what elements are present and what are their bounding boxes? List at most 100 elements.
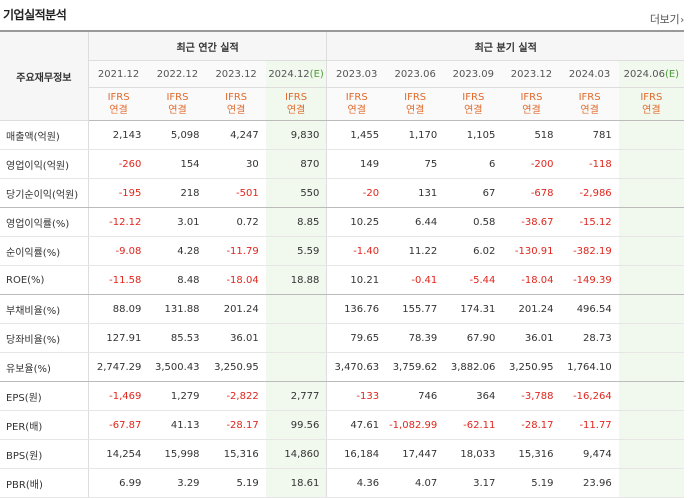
- value-cell: -38.67: [502, 207, 561, 237]
- report-type-cell: IFRS 연결: [88, 87, 149, 121]
- report-type-cell: IFRS 연결: [326, 87, 387, 121]
- value-cell: -118: [560, 149, 619, 179]
- value-cell: 2,777: [265, 381, 327, 411]
- value-cell: 14,860: [265, 439, 327, 469]
- value-cell: [265, 294, 327, 324]
- value-cell: -11.79: [206, 236, 266, 266]
- value-cell: 3,882.06: [444, 352, 503, 382]
- value-cell: 5.19: [206, 468, 266, 498]
- value-cell: 11.22: [386, 236, 445, 266]
- report-standard: IFRS: [345, 92, 368, 103]
- report-standard: IFRS: [225, 92, 248, 103]
- value-cell: 5,098: [148, 120, 207, 150]
- report-standard: IFRS: [520, 92, 543, 103]
- value-cell: -501: [206, 178, 266, 208]
- value-cell: [618, 352, 684, 382]
- value-cell: 9,474: [560, 439, 619, 469]
- value-cell: [618, 120, 684, 150]
- value-cell: 15,998: [148, 439, 207, 469]
- value-cell: [265, 323, 327, 353]
- table-row: PBR(배) 6.99 3.29 5.19 18.61 4.36 4.07 3.17 5.19 2…: [0, 468, 684, 498]
- row-label: PBR(배): [0, 468, 89, 498]
- value-cell: -67.87: [88, 410, 149, 440]
- row-label: 당좌비율(%): [0, 323, 89, 353]
- report-type-cell: IFRS 연결: [148, 87, 207, 121]
- value-cell: -16,264: [560, 381, 619, 411]
- value-cell: 15,316: [206, 439, 266, 469]
- value-cell: 3.01: [148, 207, 207, 237]
- report-scope: 연결: [642, 105, 661, 116]
- report-standard: IFRS: [107, 92, 130, 103]
- value-cell: 201.24: [502, 294, 561, 324]
- value-cell: 127.91: [88, 323, 149, 353]
- period-label: 2023.12: [510, 68, 553, 80]
- value-cell: [265, 352, 327, 382]
- period-label: 2023.09: [452, 68, 494, 80]
- report-standard: IFRS: [285, 92, 308, 103]
- value-cell: 3,470.63: [326, 352, 387, 382]
- financial-summary-table: 주요재무정보 최근 연간 실적 최근 분기 실적 2021.12 2022.12 2…: [0, 30, 684, 498]
- value-cell: 2,747.29: [88, 352, 149, 382]
- report-type-cell: IFRS 연결: [502, 87, 561, 121]
- value-cell: [618, 149, 684, 179]
- report-standard: IFRS: [640, 92, 663, 103]
- value-cell: 4.36: [326, 468, 387, 498]
- value-cell: 781: [560, 120, 619, 150]
- value-cell: -11.58: [88, 265, 149, 295]
- value-cell: 8.48: [148, 265, 207, 295]
- report-type-cell: IFRS 연결: [386, 87, 445, 121]
- value-cell: [618, 236, 684, 266]
- row-label: EPS(원): [0, 381, 89, 411]
- value-cell: 67.90: [444, 323, 503, 353]
- value-cell: -678: [502, 178, 561, 208]
- period-header: 2024.03: [560, 60, 619, 88]
- period-label: 2023.12: [215, 68, 257, 80]
- period-header: 2022.12: [148, 60, 207, 88]
- value-cell: 6.02: [444, 236, 503, 266]
- more-link[interactable]: 더보기›: [650, 11, 684, 27]
- table-row: 영업이익(억원) -260 154 30 870 149 75 6 -200 -118: [0, 149, 684, 179]
- value-cell: 4,247: [206, 120, 266, 150]
- value-cell: 1,105: [444, 120, 503, 150]
- value-cell: 23.96: [560, 468, 619, 498]
- row-label: ROE(%): [0, 265, 89, 295]
- value-cell: -195: [88, 178, 149, 208]
- value-cell: 5.19: [502, 468, 561, 498]
- value-cell: 3,250.95: [206, 352, 266, 382]
- value-cell: 1,279: [148, 381, 207, 411]
- period-header-row: 2021.12 2022.12 2023.12 2024.12(E) 2023.03 20…: [0, 60, 684, 88]
- value-cell: 4.07: [386, 468, 445, 498]
- value-cell: -20: [326, 178, 387, 208]
- report-scope: 연결: [522, 105, 541, 116]
- value-cell: 10.21: [326, 265, 387, 295]
- period-label: 2021.12: [97, 68, 140, 80]
- section-title: 기업실적분석: [3, 8, 67, 22]
- period-label: 2024.03: [568, 68, 611, 80]
- value-cell: -15.12: [560, 207, 619, 237]
- table-row: 당좌비율(%) 127.91 85.53 36.01 79.65 78.39 67.90 36…: [0, 323, 684, 353]
- value-cell: -12.12: [88, 207, 149, 237]
- value-cell: 5.59: [265, 236, 327, 266]
- row-label: 당기순이익(억원): [0, 178, 89, 208]
- report-type-cell: IFRS 연결: [265, 87, 327, 121]
- period-label: 2024.06: [623, 68, 665, 80]
- report-type-row: IFRS 연결 IFRS 연결 IFRS 연결 IFRS 연결 IFRS 연결 IFRS 연결 IFRS…: [0, 87, 684, 121]
- value-cell: [618, 207, 684, 237]
- report-scope: 연결: [168, 105, 187, 116]
- value-cell: 2,143: [88, 120, 149, 150]
- report-scope: 연결: [580, 105, 599, 116]
- value-cell: 0.72: [206, 207, 266, 237]
- period-header: 2023.09: [444, 60, 503, 88]
- value-cell: -18.04: [206, 265, 266, 295]
- value-cell: 88.09: [88, 294, 149, 324]
- value-cell: 79.65: [326, 323, 387, 353]
- report-standard: IFRS: [166, 92, 189, 103]
- value-cell: 131.88: [148, 294, 207, 324]
- period-label: 2024.12: [268, 68, 310, 80]
- report-standard: IFRS: [578, 92, 601, 103]
- value-cell: [618, 410, 684, 440]
- value-cell: -149.39: [560, 265, 619, 295]
- value-cell: 78.39: [386, 323, 445, 353]
- report-type-cell: IFRS 연결: [618, 87, 684, 121]
- value-cell: 3.29: [148, 468, 207, 498]
